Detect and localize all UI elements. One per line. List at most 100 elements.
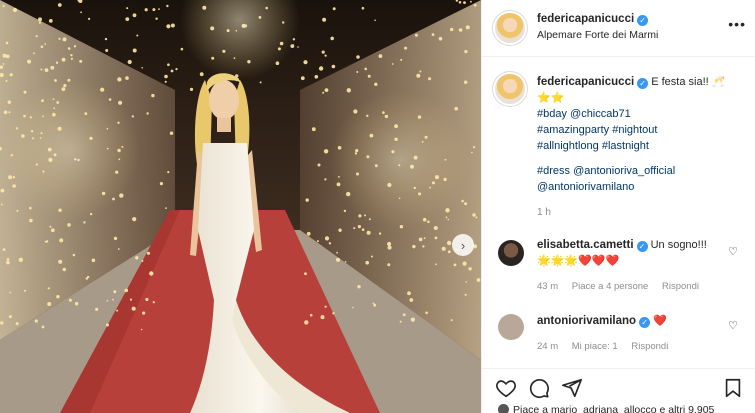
commenter-avatar[interactable] bbox=[498, 314, 524, 340]
string-light bbox=[338, 228, 342, 232]
author-name-row: federicapanicucci ✓ bbox=[537, 13, 649, 26]
caption-hashtags-3[interactable]: #allnightlong #lastnight bbox=[537, 138, 747, 154]
string-light bbox=[175, 68, 178, 71]
next-photo-button[interactable]: › bbox=[452, 234, 474, 256]
string-light bbox=[88, 17, 91, 20]
liker-avatar bbox=[498, 404, 509, 413]
commenter-username[interactable]: antoniorivamilano bbox=[537, 315, 636, 327]
comment-text: ❤️ bbox=[653, 315, 667, 327]
string-light bbox=[323, 149, 329, 154]
likes-text: Piace a mario_adriana_allocco e altri 9.… bbox=[513, 404, 715, 413]
string-light bbox=[0, 321, 4, 325]
string-light bbox=[56, 295, 60, 299]
comment-meta: 43 m Piace a 4 persone Rispondi bbox=[537, 281, 710, 292]
string-light bbox=[374, 19, 376, 22]
comment-bubble-icon[interactable] bbox=[528, 377, 550, 399]
string-light bbox=[152, 8, 156, 12]
more-horizontal-icon[interactable]: ••• bbox=[728, 16, 746, 32]
share-send-icon[interactable] bbox=[561, 377, 583, 399]
string-light bbox=[152, 301, 155, 304]
string-light bbox=[330, 36, 335, 41]
string-light bbox=[387, 241, 392, 247]
string-light bbox=[475, 216, 478, 219]
string-light bbox=[446, 240, 452, 246]
like-heart-icon[interactable] bbox=[495, 377, 517, 399]
string-light bbox=[434, 236, 438, 240]
post-photo[interactable]: › bbox=[0, 0, 481, 413]
caption-author-username[interactable]: federicapanicucci bbox=[537, 76, 634, 88]
comment-like-heart-icon[interactable]: ♡ bbox=[728, 245, 738, 258]
string-light bbox=[371, 255, 373, 258]
string-light bbox=[468, 267, 472, 271]
caption-text: E festa sia!! bbox=[651, 76, 709, 88]
author-avatar[interactable] bbox=[495, 13, 525, 43]
string-light bbox=[357, 225, 361, 229]
string-light bbox=[199, 72, 204, 77]
author-username[interactable]: federicapanicucci bbox=[537, 13, 634, 25]
comment-reply-button[interactable]: Rispondi bbox=[662, 281, 699, 292]
string-light bbox=[57, 3, 62, 7]
caption-mention[interactable]: @antoniorivamilano bbox=[537, 179, 747, 195]
string-light bbox=[59, 238, 64, 243]
string-light bbox=[0, 188, 5, 193]
comment-time: 43 m bbox=[537, 281, 559, 292]
string-light bbox=[6, 258, 10, 261]
string-light bbox=[344, 261, 347, 263]
string-light bbox=[106, 300, 109, 302]
string-light bbox=[45, 240, 49, 243]
string-light bbox=[113, 236, 118, 241]
string-light bbox=[70, 57, 73, 60]
string-light bbox=[35, 35, 38, 38]
string-light bbox=[164, 74, 168, 79]
string-light bbox=[8, 315, 12, 319]
string-light bbox=[454, 106, 459, 111]
save-bookmark-icon[interactable] bbox=[722, 377, 744, 399]
string-light bbox=[352, 306, 354, 309]
string-light bbox=[414, 33, 418, 37]
caption-hashtags-2[interactable]: #amazingparty #nightout bbox=[537, 122, 747, 138]
string-light bbox=[72, 253, 76, 257]
string-light bbox=[464, 202, 468, 206]
string-light bbox=[124, 288, 129, 293]
string-light bbox=[104, 37, 108, 41]
commenter-avatar[interactable] bbox=[498, 240, 524, 266]
string-light bbox=[67, 47, 71, 50]
string-light bbox=[50, 228, 55, 233]
string-light bbox=[27, 59, 32, 64]
string-light bbox=[425, 311, 428, 315]
comment-reply-button[interactable]: Rispondi bbox=[631, 341, 668, 352]
string-light bbox=[346, 88, 351, 93]
string-light bbox=[159, 182, 163, 186]
verified-badge-icon: ✓ bbox=[639, 317, 651, 328]
string-light bbox=[38, 17, 42, 22]
caption-hashtags-1[interactable]: #bday @chiccab71 bbox=[537, 106, 747, 122]
comment-likes[interactable]: Mi piace: 1 bbox=[572, 341, 618, 352]
string-light bbox=[151, 93, 155, 98]
string-light bbox=[189, 87, 194, 91]
string-light bbox=[15, 322, 19, 326]
string-light bbox=[311, 127, 316, 132]
string-light bbox=[318, 66, 324, 71]
comment-like-heart-icon[interactable]: ♡ bbox=[728, 319, 738, 332]
string-light bbox=[169, 131, 174, 135]
caption-dress-credit[interactable]: #dress @antonioriva_official bbox=[537, 163, 747, 179]
string-light bbox=[116, 309, 119, 312]
comment-meta: 24 m Mi piace: 1 Rispondi bbox=[537, 341, 679, 352]
string-light bbox=[404, 46, 408, 50]
comment-likes[interactable]: Piace a 4 persone bbox=[572, 281, 649, 292]
likes-summary[interactable]: Piace a mario_adriana_allocco e altri 9.… bbox=[498, 404, 714, 413]
string-light bbox=[476, 278, 481, 282]
string-light bbox=[416, 73, 421, 78]
string-light bbox=[91, 258, 96, 263]
post-location[interactable]: Alpemare Forte dei Marmi bbox=[537, 29, 658, 41]
caption-author-avatar[interactable] bbox=[495, 74, 525, 104]
commenter-username[interactable]: elisabetta.cametti bbox=[537, 239, 634, 251]
string-light bbox=[140, 328, 143, 331]
string-light bbox=[304, 320, 309, 325]
string-light bbox=[58, 259, 63, 264]
comment-text: Un sogno!!! bbox=[650, 239, 707, 251]
string-light bbox=[132, 217, 137, 222]
post-header: federicapanicucci ✓ Alpemare Forte dei Ma… bbox=[482, 0, 755, 57]
string-light bbox=[135, 256, 139, 260]
